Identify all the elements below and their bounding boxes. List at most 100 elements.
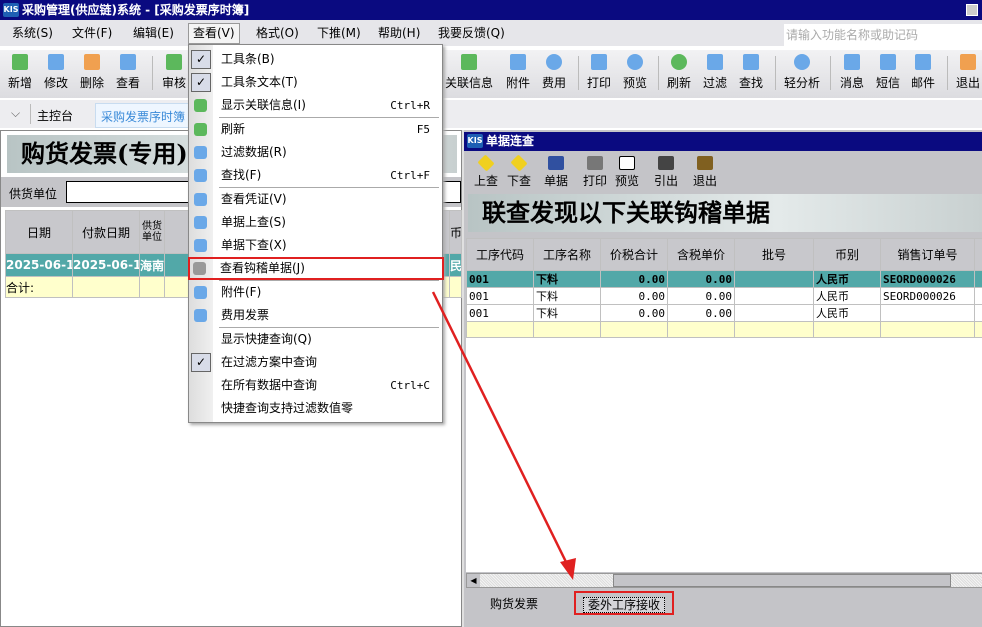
column-header[interactable]: 含税单价: [667, 238, 735, 271]
view-menu-item[interactable]: 查找(F) Ctrl+F: [189, 164, 442, 187]
column-header[interactable]: 币: [449, 210, 462, 254]
view-menu-item[interactable]: 显示关联信息(I) Ctrl+R: [189, 94, 442, 117]
exit-button[interactable]: 退出: [956, 52, 980, 91]
preview-button[interactable]: 预览: [615, 156, 639, 189]
divider: [658, 56, 659, 90]
view-menu-item[interactable]: ✓ 工具条(B): [189, 48, 442, 71]
column-header[interactable]: 付款日期: [72, 210, 140, 254]
menu-help[interactable]: 帮助(H): [374, 24, 424, 43]
view-menu-item[interactable]: 显示快捷查询(Q): [189, 328, 442, 351]
horizontal-scrollbar[interactable]: ◀: [466, 573, 982, 588]
function-search-input[interactable]: 请输入功能名称或助记码: [784, 24, 982, 46]
document-button[interactable]: 单据: [544, 156, 568, 189]
cell: 人民币: [813, 304, 881, 322]
column-header[interactable]: 销售订单号: [880, 238, 975, 271]
audit-button[interactable]: 审核: [162, 52, 186, 91]
export-button[interactable]: 引出: [654, 156, 678, 189]
refresh-button[interactable]: 刷新: [667, 52, 691, 91]
pencil-icon: [48, 54, 64, 70]
label: 预览: [615, 174, 640, 188]
view-menu-item[interactable]: ✓ 在过滤方案中查询: [189, 351, 442, 374]
lookup-up-button[interactable]: 上查: [474, 154, 498, 189]
search-icon: [120, 54, 136, 70]
divider: [152, 56, 153, 90]
table-row[interactable]: 001 下料 0.00 0.00 人民币: [466, 304, 982, 322]
view-menu-item[interactable]: 过滤数据(R): [189, 141, 442, 164]
sms-button[interactable]: 短信: [876, 52, 900, 91]
view-menu-item[interactable]: 刷新 F5: [189, 118, 442, 141]
exit-button[interactable]: 退出: [693, 156, 717, 189]
tab-purchase-invoice[interactable]: 购货发票: [490, 595, 538, 612]
menu-system[interactable]: 系统(S): [8, 24, 57, 43]
tab-outsourced-process-receipt[interactable]: 委外工序接收: [574, 591, 674, 615]
binoculars-icon: [194, 169, 207, 182]
view-menu-item[interactable]: 附件(F): [189, 281, 442, 304]
message-button[interactable]: 消息: [840, 52, 864, 91]
column-header[interactable]: 供货单位: [139, 210, 165, 254]
view-button[interactable]: 查看: [116, 52, 140, 91]
cell: SEORD000026: [880, 287, 975, 305]
trash-icon: [84, 54, 100, 70]
export-icon: [658, 156, 674, 170]
mail-button[interactable]: 邮件: [911, 52, 935, 91]
filter-button[interactable]: 过滤: [703, 52, 727, 91]
edit-button[interactable]: 修改: [44, 52, 68, 91]
expense-button[interactable]: 费用: [542, 52, 566, 91]
view-menu-item[interactable]: 在所有数据中查询 Ctrl+C: [189, 374, 442, 397]
print-button[interactable]: 打印: [587, 52, 611, 91]
menu-push[interactable]: 下推(M): [313, 24, 365, 43]
new-button[interactable]: 新增: [8, 52, 32, 91]
table-row[interactable]: 001 下料 0.00 0.00 人民币 SEORD000026: [466, 270, 982, 288]
column-header[interactable]: 工序名称: [533, 238, 601, 271]
print-button[interactable]: 打印: [583, 156, 607, 189]
view-menu-item[interactable]: 快捷查询支持过滤数值零: [189, 397, 442, 420]
menu-feedback[interactable]: 我要反馈(Q): [434, 24, 509, 43]
menu-format[interactable]: 格式(O): [252, 24, 303, 43]
view-menu-item[interactable]: 查看凭证(V): [189, 188, 442, 211]
preview-button[interactable]: 预览: [623, 52, 647, 91]
kis-logo-icon: KIS: [467, 134, 483, 148]
table-row[interactable]: 001 下料 0.00 0.00 人民币 SEORD000026: [466, 287, 982, 305]
label: 关联信息: [445, 76, 494, 90]
menu-edit[interactable]: 编辑(E): [129, 24, 178, 43]
menu-view[interactable]: 查看(V): [188, 23, 240, 44]
refresh-icon: [671, 54, 687, 70]
window-control-button[interactable]: [966, 4, 978, 16]
lookup-down-icon: [194, 239, 207, 252]
view-menu-item[interactable]: ✓ 工具条文本(T): [189, 71, 442, 94]
view-menu-item[interactable]: 查看钩稽单据(J): [188, 257, 444, 280]
menu-item-shortcut: Ctrl+R: [390, 99, 430, 112]
menu-file[interactable]: 文件(F): [68, 24, 116, 43]
chevron-down-icon[interactable]: ⌵: [11, 106, 20, 121]
tab-home[interactable]: 主控台: [37, 107, 73, 124]
view-menu-item[interactable]: 单据上查(S): [189, 211, 442, 234]
view-menu-dropdown: ✓ 工具条(B) ✓ 工具条文本(T) 显示关联信息(I) Ctrl+R 刷新 F5 过滤数据(…: [188, 44, 444, 423]
analysis-icon: [794, 54, 810, 70]
column-header[interactable]: [974, 238, 982, 271]
column-header[interactable]: 工序代码: [466, 238, 534, 271]
menu-item-label: 单据下查(X): [221, 238, 287, 252]
menu-item-label: 查看钩稽单据(J): [220, 261, 305, 275]
cell: [734, 304, 814, 322]
column-header[interactable]: 价税合计: [600, 238, 668, 271]
scrollbar-thumb[interactable]: [613, 574, 951, 587]
scroll-left-icon[interactable]: ◀: [467, 574, 480, 587]
view-menu-item[interactable]: 单据下查(X): [189, 234, 442, 257]
cell: 下料: [533, 270, 601, 288]
delete-button[interactable]: 删除: [80, 52, 104, 91]
menu-item-label: 附件(F): [221, 285, 262, 299]
main-toolbar: 新增 修改 删除 查看 审核 关联信息 附件 费用 打印 预览 刷新 过滤 查找…: [0, 50, 982, 98]
checkmark-icon: ✓: [191, 73, 211, 92]
attachment-icon: [194, 286, 207, 299]
find-button[interactable]: 查找: [739, 52, 763, 91]
view-menu-item[interactable]: 费用发票: [189, 304, 442, 327]
light-analysis-button[interactable]: 轻分析: [784, 52, 820, 91]
column-header[interactable]: 批号: [734, 238, 814, 271]
relation-info-button[interactable]: 关联信息: [445, 52, 493, 91]
tab-purchase-invoice-list[interactable]: 采购发票序时簿: [95, 103, 192, 128]
cell: 0.00: [667, 304, 735, 322]
column-header[interactable]: 日期: [5, 210, 73, 254]
lookup-down-button[interactable]: 下查: [507, 154, 531, 189]
column-header[interactable]: 币别: [813, 238, 881, 271]
attachment-button[interactable]: 附件: [506, 52, 530, 91]
